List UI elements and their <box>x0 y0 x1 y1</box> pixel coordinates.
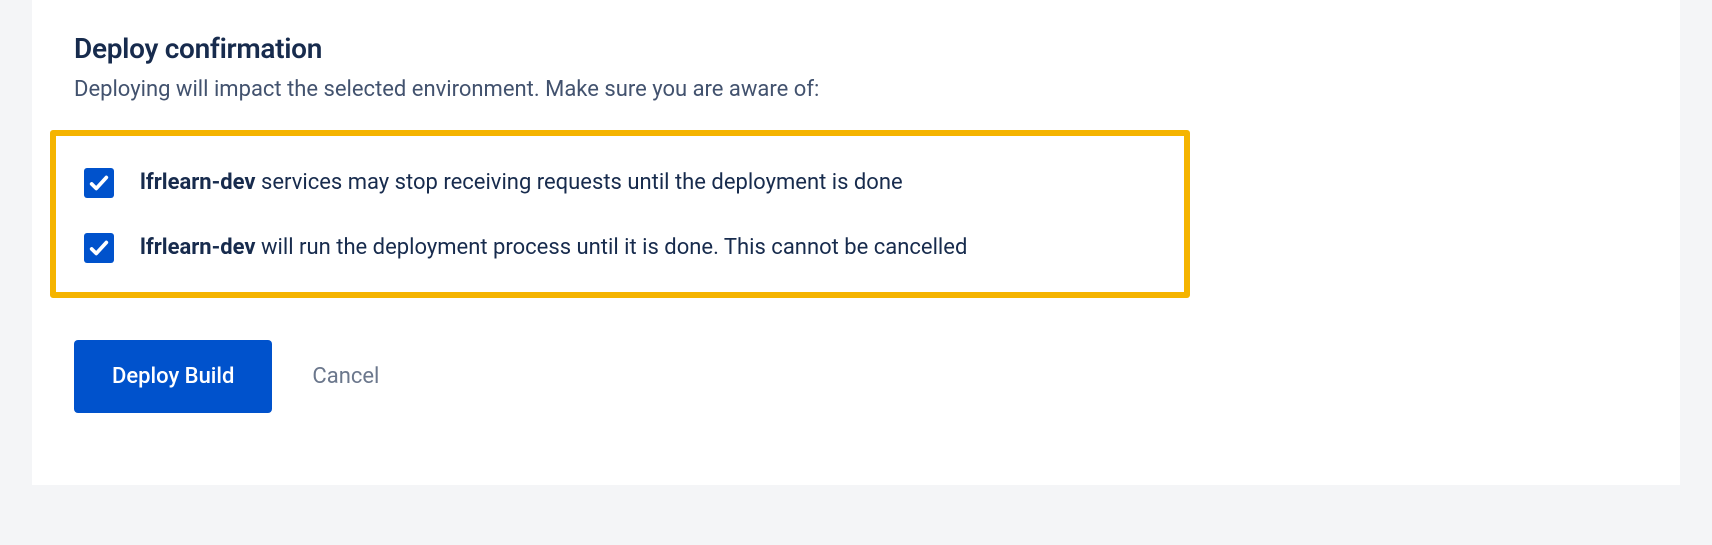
cancel-button[interactable]: Cancel <box>312 364 379 389</box>
env-name-2: lfrlearn-dev <box>140 235 256 260</box>
deploy-confirmation-dialog: Deploy confirmation Deploying will impac… <box>32 0 1680 485</box>
checkmark-icon <box>88 172 110 194</box>
checkbox-text-1: services may stop receiving requests unt… <box>256 170 903 195</box>
checkbox-row-cannot-cancel: lfrlearn-dev will run the deployment pro… <box>84 233 1154 264</box>
deploy-build-button[interactable]: Deploy Build <box>74 340 272 413</box>
dialog-description: Deploying will impact the selected envir… <box>74 77 1638 102</box>
checkbox-row-services-stop: lfrlearn-dev services may stop receiving… <box>84 168 1154 199</box>
button-row: Deploy Build Cancel <box>74 340 1638 413</box>
checkbox-services-stop[interactable] <box>84 168 114 198</box>
dialog-title: Deploy confirmation <box>74 32 1638 65</box>
checkbox-text-2: will run the deployment process until it… <box>256 235 968 260</box>
confirmation-highlight-box: lfrlearn-dev services may stop receiving… <box>50 130 1190 298</box>
checkbox-cannot-cancel[interactable] <box>84 233 114 263</box>
checkbox-label-cannot-cancel: lfrlearn-dev will run the deployment pro… <box>140 233 967 264</box>
env-name-1: lfrlearn-dev <box>140 170 256 195</box>
checkmark-icon <box>88 237 110 259</box>
checkbox-label-services-stop: lfrlearn-dev services may stop receiving… <box>140 168 903 199</box>
